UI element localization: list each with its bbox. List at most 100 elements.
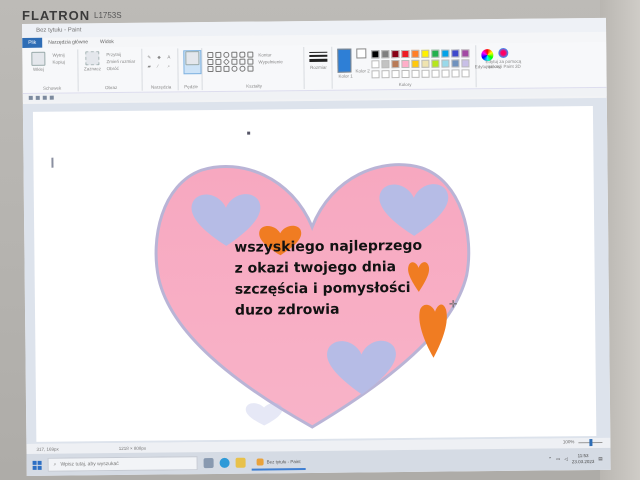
- palette-swatch[interactable]: [411, 69, 420, 78]
- shape-arrow-icon[interactable]: [247, 58, 254, 65]
- size-button[interactable]: Rozmiar: [309, 49, 328, 73]
- file-explorer-icon[interactable]: [235, 457, 246, 468]
- palette-swatch[interactable]: [431, 69, 440, 78]
- shape-rounded-rect-icon[interactable]: [239, 51, 246, 58]
- shape-callout-icon[interactable]: [223, 65, 230, 72]
- palette-swatch[interactable]: [421, 59, 430, 68]
- taskbar-app-paint[interactable]: Bez tytułu - Paint: [251, 454, 306, 471]
- search-placeholder: Wpisz tutaj, aby wyszukać: [60, 461, 119, 468]
- shape-heart-icon[interactable]: [247, 65, 254, 72]
- fill-icon[interactable]: ◆: [157, 54, 165, 61]
- palette-swatch[interactable]: [371, 60, 380, 69]
- select-button[interactable]: Zaznacz: [83, 51, 101, 75]
- paint3d-button[interactable]: Edytuj za pomocą aplikacji Paint 3D: [481, 47, 525, 71]
- chevron-up-icon[interactable]: ⌃: [548, 456, 552, 462]
- taskbar-search[interactable]: ⌕ Wpisz tutaj, aby wyszukać: [47, 456, 198, 472]
- save-icon[interactable]: [28, 95, 33, 100]
- shape-line-icon[interactable]: [207, 51, 214, 59]
- palette-swatch[interactable]: [441, 49, 450, 58]
- notifications-icon[interactable]: ▤: [598, 456, 602, 462]
- palette-swatch[interactable]: [441, 59, 450, 68]
- color-picker-icon[interactable]: ⁄: [157, 63, 165, 70]
- network-icon[interactable]: ▭: [556, 456, 560, 462]
- shape-oval-callout-icon[interactable]: [231, 65, 238, 72]
- palette-swatch[interactable]: [371, 70, 380, 79]
- eraser-icon[interactable]: ▰: [147, 63, 155, 70]
- redo-icon[interactable]: [42, 95, 47, 100]
- palette-swatch[interactable]: [431, 59, 440, 68]
- shape-triangle-icon[interactable]: [207, 58, 214, 66]
- palette-swatch[interactable]: [381, 70, 390, 79]
- color2-button[interactable]: Kolor 2: [355, 48, 370, 79]
- shape-pentagon-icon[interactable]: [231, 58, 238, 65]
- group-label-clipboard: Schowek: [43, 85, 62, 91]
- shape-right-triangle-icon[interactable]: [215, 58, 222, 65]
- palette-swatch[interactable]: [461, 69, 470, 78]
- qat-dropdown-icon[interactable]: [49, 95, 54, 100]
- shape-diamond-icon[interactable]: [223, 58, 230, 66]
- select-icon: [85, 51, 100, 66]
- palette-swatch[interactable]: [381, 60, 390, 69]
- palette-swatch[interactable]: [401, 49, 410, 59]
- text-icon[interactable]: A: [167, 53, 175, 60]
- pencil-icon[interactable]: ✎: [147, 54, 155, 61]
- palette-swatch[interactable]: [451, 69, 460, 78]
- palette-swatch[interactable]: [411, 49, 420, 58]
- shape-oval-icon[interactable]: [223, 51, 230, 58]
- palette-swatch[interactable]: [411, 59, 420, 68]
- zoom-level: 100%: [562, 439, 575, 445]
- shapes-gallery[interactable]: [207, 51, 254, 73]
- palette-swatch[interactable]: [371, 50, 380, 59]
- tab-view[interactable]: Widok: [94, 37, 120, 47]
- taskbar-clock[interactable]: 11:53 23.03.2023: [572, 453, 595, 465]
- palette-swatch[interactable]: [451, 59, 460, 68]
- palette-swatch[interactable]: [391, 70, 400, 79]
- palette-swatch[interactable]: [401, 59, 410, 69]
- rotate-button[interactable]: Obróć: [107, 65, 136, 72]
- crosshair-cursor-icon: ✛: [448, 299, 458, 311]
- canvas-resize-handle[interactable]: [247, 131, 251, 135]
- tab-file[interactable]: Plik: [22, 37, 43, 48]
- palette-swatch[interactable]: [391, 60, 400, 69]
- ribbon: Wklej Wytnij Kopiuj Schowek Zaznacz Przy…: [22, 41, 607, 94]
- shape-polygon-icon[interactable]: [247, 51, 254, 58]
- orange-heart-tall: [419, 304, 447, 358]
- shape-star-icon[interactable]: [207, 65, 214, 73]
- undo-icon[interactable]: [35, 95, 40, 100]
- paste-button[interactable]: Wklej: [29, 51, 47, 76]
- brushes-button[interactable]: [183, 50, 202, 75]
- drawing-canvas[interactable]: wszyskiego najleprzego z okazi twojego d…: [32, 106, 597, 442]
- shape-hexagon-icon[interactable]: [239, 58, 246, 65]
- shape-star5-icon[interactable]: [215, 65, 222, 72]
- palette-swatch[interactable]: [431, 49, 440, 58]
- edge-browser-icon[interactable]: [219, 457, 230, 468]
- palette-swatch[interactable]: [461, 59, 470, 68]
- task-view-icon[interactable]: [203, 458, 214, 469]
- resize-button[interactable]: Zmień rozmiar: [106, 58, 135, 65]
- palette-swatch[interactable]: [421, 69, 430, 78]
- zoom-slider-thumb[interactable]: [589, 439, 593, 447]
- fill-dropdown[interactable]: Wypełnienie: [258, 58, 283, 65]
- palette-swatch[interactable]: [461, 49, 470, 58]
- clock-date: 23.03.2023: [571, 459, 595, 465]
- tab-home[interactable]: Narzędzia główne: [42, 37, 94, 48]
- palette-swatch[interactable]: [441, 69, 450, 78]
- paint-app-icon: [256, 457, 264, 466]
- palette-swatch[interactable]: [391, 50, 400, 59]
- shape-rectangle-icon[interactable]: [231, 51, 238, 58]
- shape-curve-icon[interactable]: [215, 51, 222, 58]
- shape-cloud-icon[interactable]: [239, 65, 246, 72]
- palette-swatch[interactable]: [421, 49, 430, 58]
- palette-swatch[interactable]: [401, 69, 410, 79]
- volume-icon[interactable]: ◁: [564, 456, 568, 462]
- palette-swatch[interactable]: [381, 50, 390, 59]
- paint3d-icon: [498, 47, 509, 59]
- color1-button[interactable]: Kolor 1: [337, 48, 353, 80]
- copy-button[interactable]: Kopiuj: [52, 59, 65, 66]
- windows-start-icon[interactable]: [32, 460, 42, 470]
- group-image: Zaznacz Przytnij Zmień rozmiar Obróć Obr…: [80, 48, 143, 92]
- palette-swatch[interactable]: [451, 49, 460, 58]
- magnifier-icon[interactable]: ⌕: [167, 62, 175, 69]
- monitor-brand: FLATRON: [22, 8, 91, 23]
- image-size: 1218 × 808px: [118, 445, 147, 451]
